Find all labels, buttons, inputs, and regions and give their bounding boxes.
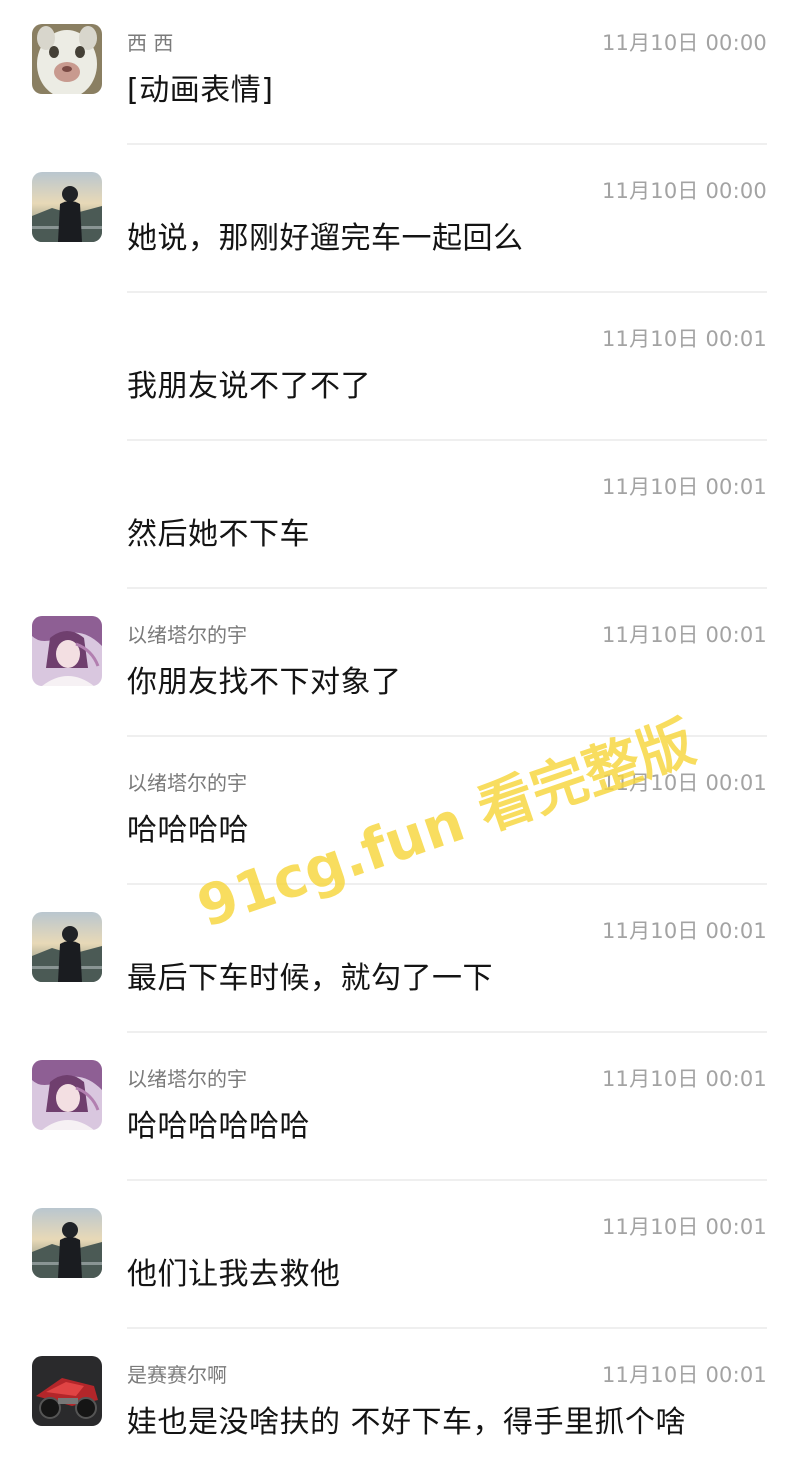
timestamp: 11月10日 00:01 xyxy=(601,1215,767,1239)
chat-message[interactable]: 11月10日 00:01 他们让我去救他 xyxy=(0,1184,800,1332)
chat-history: 西 西 11月10日 00:00 [动画表情] 11月10日 00:00 她说，… xyxy=(0,0,800,1473)
timestamp: 11月10日 00:01 xyxy=(601,771,767,795)
timestamp: 11月10日 00:00 xyxy=(601,31,767,55)
message-text: 哈哈哈哈 xyxy=(127,813,249,848)
divider xyxy=(127,735,767,737)
message-text: 他们让我去救他 xyxy=(127,1257,341,1292)
chat-message[interactable]: 是赛赛尔啊 11月10日 00:01 娃也是没啥扶的 不好下车，得手里抓个啥 xyxy=(0,1332,800,1473)
divider xyxy=(127,143,767,145)
divider xyxy=(127,1179,767,1181)
cat-avatar[interactable] xyxy=(32,24,102,94)
chat-message[interactable]: 以绪塔尔的宇 11月10日 00:01 哈哈哈哈哈哈 xyxy=(0,1036,800,1184)
timestamp: 11月10日 00:00 xyxy=(601,179,767,203)
chat-message[interactable]: 以绪塔尔的宇 11月10日 00:01 你朋友找不下对象了 xyxy=(0,592,800,740)
motorbike-avatar[interactable] xyxy=(32,1356,102,1426)
message-text: 她说，那刚好遛完车一起回么 xyxy=(127,221,524,256)
message-text: 哈哈哈哈哈哈 xyxy=(127,1109,310,1144)
chat-message[interactable]: 西 西 11月10日 00:00 [动画表情] xyxy=(0,0,800,148)
chat-message[interactable]: 11月10日 00:01 然后她不下车 xyxy=(0,444,800,592)
message-text: 我朋友说不了不了 xyxy=(127,369,371,404)
divider xyxy=(127,1031,767,1033)
chat-message[interactable]: 以绪塔尔的宇 11月10日 00:01 哈哈哈哈 xyxy=(0,740,800,888)
sender-name: 西 西 xyxy=(127,31,174,55)
chat-message[interactable]: 11月10日 00:01 最后下车时候，就勾了一下 xyxy=(0,888,800,1036)
rider-avatar[interactable] xyxy=(32,912,102,982)
sender-name: 是赛赛尔啊 xyxy=(127,1363,227,1387)
message-text: 然后她不下车 xyxy=(127,517,310,552)
timestamp: 11月10日 00:01 xyxy=(601,475,767,499)
anime-avatar[interactable] xyxy=(32,1060,102,1130)
anime-avatar[interactable] xyxy=(32,616,102,686)
message-text: 你朋友找不下对象了 xyxy=(127,665,402,700)
divider xyxy=(127,439,767,441)
timestamp: 11月10日 00:01 xyxy=(601,1363,767,1387)
rider-avatar[interactable] xyxy=(32,1208,102,1278)
chat-message[interactable]: 11月10日 00:00 她说，那刚好遛完车一起回么 xyxy=(0,148,800,296)
timestamp: 11月10日 00:01 xyxy=(601,623,767,647)
timestamp: 11月10日 00:01 xyxy=(601,1067,767,1091)
sender-name: 以绪塔尔的宇 xyxy=(127,771,247,795)
rider-avatar[interactable] xyxy=(32,172,102,242)
sender-name: 以绪塔尔的宇 xyxy=(127,1067,247,1091)
divider xyxy=(127,291,767,293)
divider xyxy=(127,1327,767,1329)
timestamp: 11月10日 00:01 xyxy=(601,919,767,943)
message-text: 最后下车时候，就勾了一下 xyxy=(127,961,493,996)
divider xyxy=(127,587,767,589)
divider xyxy=(127,883,767,885)
message-text: [动画表情] xyxy=(127,73,274,108)
message-text: 娃也是没啥扶的 不好下车，得手里抓个啥 xyxy=(127,1405,687,1440)
chat-message[interactable]: 11月10日 00:01 我朋友说不了不了 xyxy=(0,296,800,444)
sender-name: 以绪塔尔的宇 xyxy=(127,623,247,647)
timestamp: 11月10日 00:01 xyxy=(601,327,767,351)
